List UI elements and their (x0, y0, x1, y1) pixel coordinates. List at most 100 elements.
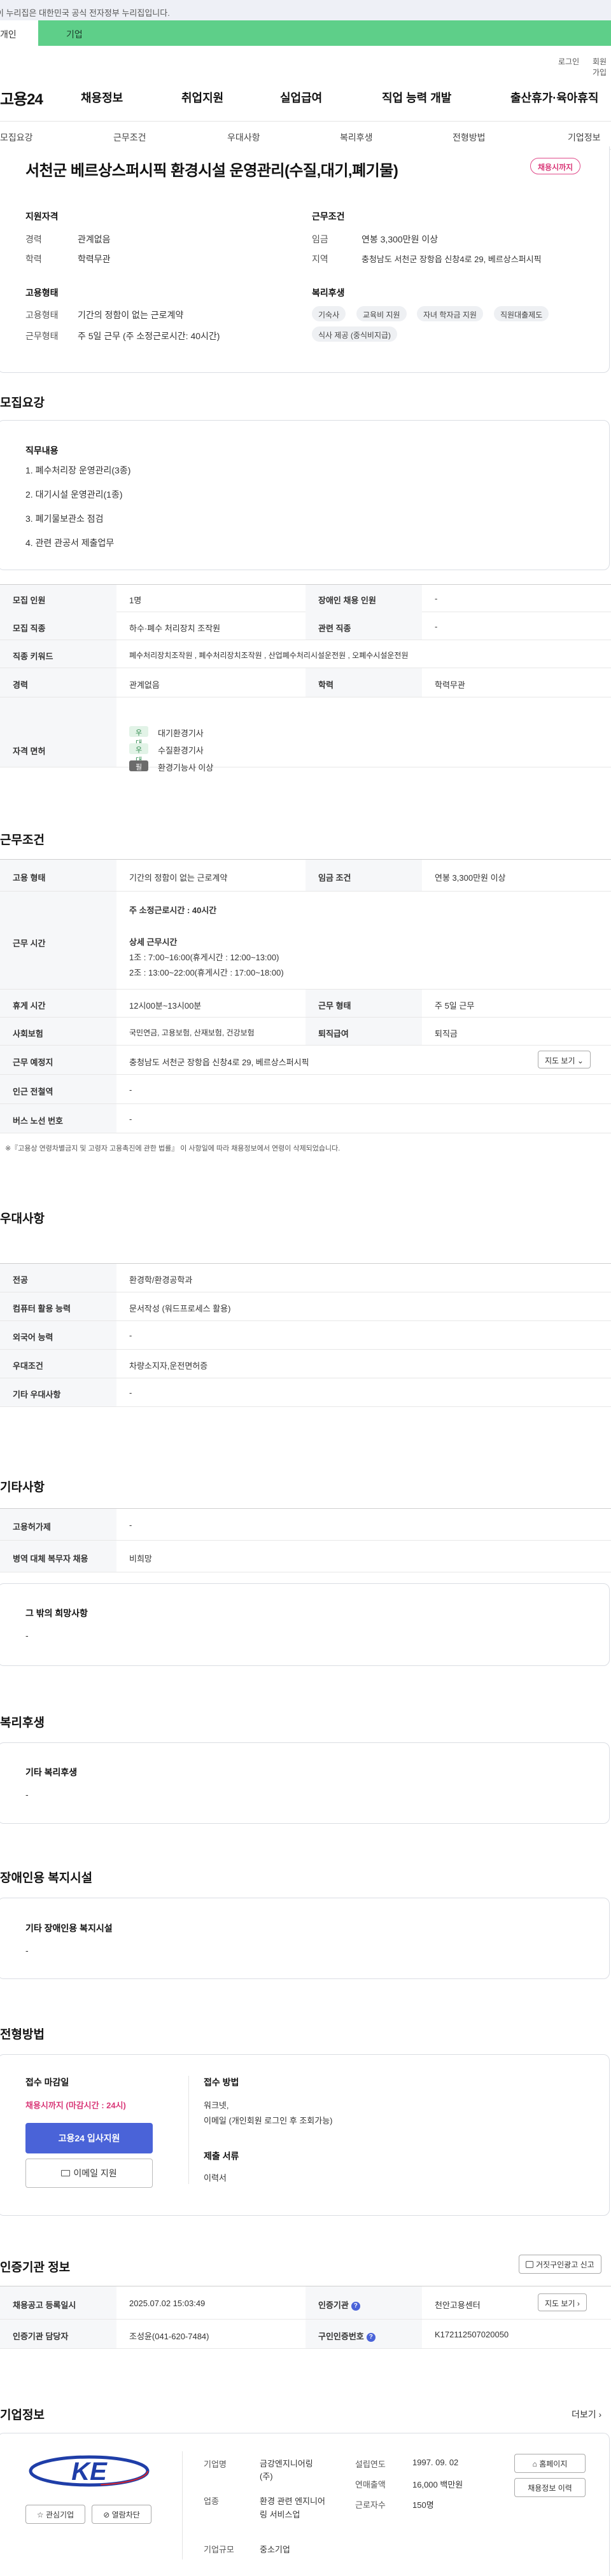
license-tag: 우대 (129, 743, 148, 764)
employment-type-label: 고용 형태 (13, 873, 46, 883)
homepage-button[interactable]: ⌂ 홈페이지 (514, 2454, 586, 2473)
region-label: 지역 (312, 254, 328, 264)
apply-button[interactable]: 고용24 입사지원 (25, 2123, 153, 2153)
education-value: 학력무관 (78, 254, 111, 264)
gnb-item-training[interactable]: 직업 능력 개발 (382, 89, 451, 106)
other-preference-label: 기타 우대사항 (13, 1390, 61, 1399)
home-icon: ⌂ (532, 2460, 537, 2468)
language-label: 외국어 능력 (13, 1333, 53, 1342)
map-button-label: 지도 보기 (545, 1056, 575, 1065)
work-form-label: 근무 형태 (318, 1001, 351, 1011)
workplace-label: 근무 예정지 (13, 1058, 53, 1067)
work-type-value: 주 5일 근무 (주 소정근로시간: 40시간) (78, 331, 220, 341)
employees-value: 150명 (412, 2500, 434, 2510)
wage-value: 연봉 3,300만원 이상 (435, 873, 506, 883)
preference-condition-value: 차량소지자,운전면허증 (129, 1361, 208, 1371)
duty-item: 3. 폐기물보관소 점검 (25, 514, 104, 524)
site-logo[interactable]: 고용24 (0, 87, 43, 109)
subnav-selection[interactable]: 전형방법 (453, 131, 486, 144)
login-link[interactable]: 로그인 (558, 56, 579, 67)
registration-value: 2025.07.02 15:03:49 (129, 2299, 206, 2308)
company-size-value: 중소기업 (260, 2545, 290, 2554)
sector-label: 업종 (204, 2496, 219, 2506)
wage-label: 임금 조건 (318, 873, 351, 883)
report-button[interactable]: 거짓구인광고 신고 (519, 2255, 601, 2274)
gnb-item-jobs[interactable]: 채용정보 (81, 89, 123, 106)
method-heading: 접수 방법 (204, 2077, 239, 2087)
section-title-welfare: 복리후생 (0, 1716, 45, 1730)
block-view-label: 열람차단 (111, 2510, 140, 2519)
pension-label: 퇴직급여 (318, 1029, 349, 1039)
rest-time-label: 휴게 시간 (13, 1001, 46, 1011)
gnb-item-leave[interactable]: 출산휴가·육아휴직 (510, 89, 598, 106)
insurance-label: 사회보험 (13, 1029, 43, 1039)
welfare-other-heading: 기타 복리후생 (25, 1767, 78, 1777)
subnav-welfare[interactable]: 복리후생 (340, 131, 373, 144)
block-view-button[interactable]: ⊘ 열람차단 (92, 2505, 151, 2524)
section-title-conditions: 근무조건 (0, 834, 45, 847)
help-icon[interactable]: ? (366, 2333, 376, 2342)
license-name: 수질환경기사 (158, 746, 204, 755)
tab-business[interactable]: 기업 (38, 20, 611, 46)
work-time-label: 근무 시간 (13, 939, 46, 948)
company-name-value: 금강엔지니어링(주) (260, 2459, 313, 2481)
welfare-other-value: - (25, 1789, 29, 1800)
chevron-right-icon: › (598, 2409, 602, 2419)
disability-value: - (25, 1945, 29, 1956)
employment-heading: 고용형태 (25, 288, 59, 298)
job-history-button[interactable]: 채용정보 이력 (514, 2478, 586, 2497)
count-value: 1명 (129, 596, 142, 605)
duty-item: 2. 대기시설 운영관리(1종) (25, 489, 123, 500)
career-label: 경력 (13, 680, 28, 690)
favorite-company-button[interactable]: ☆ 관심기업 (25, 2505, 85, 2524)
job-type-value: 하수·폐수 처리장치 조작원 (129, 624, 221, 633)
work-time-hours: 주 소정근로시간 : 40시간 (129, 906, 217, 915)
employment-type-value: 기간의 정함이 없는 근로계약 (129, 873, 228, 883)
section-title-selection: 전형방법 (0, 2028, 45, 2041)
duty-item: 4. 관련 관공서 제출업무 (25, 538, 115, 548)
wish-value: - (25, 1630, 29, 1641)
chevron-right-icon: › (577, 2299, 580, 2308)
workplace-value: 충청남도 서천군 장항읍 신창4로 29, 베르상스퍼시픽 (129, 1058, 309, 1067)
subnav-conditions[interactable]: 근무조건 (113, 131, 146, 144)
agency-label-text: 인증기관 (318, 2300, 349, 2310)
join-link[interactable]: 회원가입 (593, 56, 611, 78)
gnb-item-unemployment[interactable]: 실업급여 (280, 89, 322, 106)
employment-type-label: 고용형태 (25, 310, 59, 320)
qualification-heading: 지원자격 (25, 211, 59, 221)
subnav-preference[interactable]: 우대사항 (227, 131, 260, 144)
station-label: 인근 전철역 (13, 1087, 53, 1096)
report-icon (526, 2261, 533, 2268)
more-link[interactable]: 더보기 › (572, 2408, 601, 2421)
map-button[interactable]: 지도 보기 ⌄ (538, 1051, 591, 1068)
section-title-disability: 장애인용 복지시설 (0, 1872, 93, 1885)
more-link-label: 더보기 (572, 2409, 596, 2419)
documents-heading: 제출 서류 (204, 2151, 239, 2161)
tab-individual[interactable]: 개인 (0, 20, 38, 46)
job-title: 서천군 베르상스퍼시픽 환경시설 운영관리(수질,대기,폐기물) (25, 162, 398, 179)
major-label: 전공 (13, 1275, 28, 1285)
related-job-value: - (435, 622, 438, 631)
subnav-company[interactable]: 기업정보 (568, 131, 601, 144)
section-title-agency: 인증기관 정보 (0, 2261, 71, 2274)
wage-value: 연봉 3,300만원 이상 (362, 234, 439, 244)
homepage-label: 홈페이지 (539, 2460, 568, 2468)
mail-icon (61, 2170, 71, 2176)
agency-value: 천안고용센터 (435, 2300, 481, 2310)
agency-map-button[interactable]: 지도 보기 › (538, 2293, 587, 2311)
help-icon[interactable]: ? (351, 2302, 360, 2311)
disabled-count-label: 장애인 채용 인원 (318, 596, 376, 605)
age-notice: ※『고용상 연령차별금지 및 고령자 고용촉진에 관한 법률』 이 사항일에 따… (5, 1145, 341, 1152)
work-time-shift: 2조 : 13:00~22:00(휴게시간 : 17:00~18:00) (129, 968, 284, 977)
license-label: 자격 면허 (13, 746, 46, 756)
count-label: 모집 인원 (13, 596, 46, 605)
duty-item: 1. 폐수처리장 운영관리(3종) (25, 465, 131, 475)
selection-divider (188, 2076, 189, 2184)
gnb-item-employment-support[interactable]: 취업지원 (181, 89, 223, 106)
rest-time-value: 12시00분~13시00분 (129, 1001, 202, 1011)
subnav-recruit[interactable]: 모집요강 (0, 131, 33, 144)
military-label: 병역 대체 복무자 채용 (13, 1554, 88, 1564)
email-apply-button[interactable]: 이메일 지원 (25, 2159, 153, 2188)
deadline-heading: 접수 마감일 (25, 2077, 69, 2087)
employees-label: 근로자수 (355, 2500, 386, 2510)
